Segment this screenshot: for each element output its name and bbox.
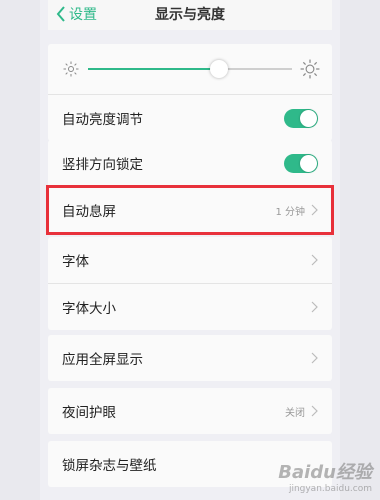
right-edge [340, 0, 380, 500]
fullscreen-card: 应用全屏显示 [48, 335, 332, 381]
chevron-right-icon [311, 301, 318, 313]
font-size-label: 字体大小 [62, 301, 116, 317]
fullscreen-row[interactable]: 应用全屏显示 [48, 335, 332, 381]
auto-brightness-row[interactable]: 自动亮度调节 [48, 94, 332, 141]
orientation-lock-toggle[interactable] [284, 153, 318, 173]
watermark-site: jingyan.baidu.com [288, 484, 372, 494]
auto-brightness-toggle[interactable] [284, 108, 318, 128]
brightness-slider[interactable] [88, 60, 292, 78]
toggle-knob [300, 109, 317, 127]
page-title: 显示与亮度 [155, 7, 225, 23]
baidu-watermark: Baidu经验 jingyan.baidu.com [278, 458, 372, 494]
left-edge [0, 0, 40, 500]
brightness-thumb[interactable] [209, 60, 228, 78]
font-row[interactable]: 字体 [48, 237, 332, 283]
navigation-bar: 设置 显示与亮度 [48, 0, 332, 30]
night-mode-value: 关闭 [285, 407, 305, 419]
night-mode-row[interactable]: 夜间护眼 关闭 [48, 388, 332, 434]
font-size-row[interactable]: 字体大小 [48, 283, 332, 330]
orientation-lock-label: 竖排方向锁定 [62, 157, 143, 173]
settings-screen: 设置 显示与亮度 自动亮度调节 竖排方向锁定 自动息屏 1 分钟 字体 字体大小… [46, 0, 334, 500]
sun-bright-icon [300, 59, 320, 79]
chevron-right-icon [311, 352, 318, 364]
toggle-knob [300, 154, 317, 172]
chevron-right-icon [311, 405, 318, 417]
chevron-right-icon [311, 204, 318, 216]
auto-brightness-label: 自动亮度调节 [62, 112, 143, 128]
night-mode-label: 夜间护眼 [62, 405, 116, 421]
fullscreen-label: 应用全屏显示 [62, 352, 143, 368]
brightness-fill [88, 68, 219, 70]
orientation-lock-row[interactable]: 竖排方向锁定 [48, 140, 332, 186]
brightness-card: 自动亮度调节 [48, 44, 332, 141]
brightness-slider-row [48, 44, 332, 94]
page-frame: 设置 显示与亮度 自动亮度调节 竖排方向锁定 自动息屏 1 分钟 字体 字体大小… [0, 0, 380, 500]
auto-sleep-row[interactable]: 自动息屏 1 分钟 [46, 185, 334, 235]
font-label: 字体 [62, 254, 89, 270]
auto-sleep-value: 1 分钟 [275, 206, 305, 218]
sun-dim-icon [63, 61, 79, 77]
watermark-brand: Baidu经验 [278, 462, 372, 483]
font-card: 字体 字体大小 [48, 237, 332, 330]
night-mode-card: 夜间护眼 关闭 [48, 388, 332, 434]
chevron-right-icon [311, 254, 318, 266]
orientation-sleep-card: 竖排方向锁定 自动息屏 1 分钟 [46, 140, 334, 235]
auto-sleep-label: 自动息屏 [62, 204, 116, 220]
